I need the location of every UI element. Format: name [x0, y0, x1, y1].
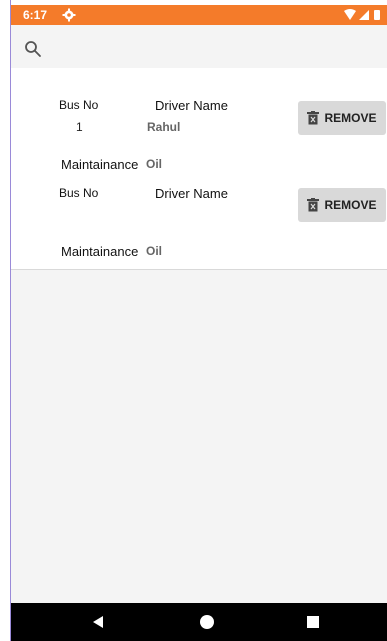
- maintainance-label: Maintainance: [61, 244, 139, 259]
- bus-no-label: Bus No: [59, 186, 99, 200]
- wifi-icon: [344, 9, 356, 20]
- status-bar: 6:17: [11, 5, 387, 25]
- remove-button-label: REMOVE: [324, 111, 377, 125]
- search-icon[interactable]: [24, 40, 42, 58]
- signal-icon: [359, 10, 369, 20]
- bus-no-value: 1: [76, 120, 83, 134]
- bus-no-label: Bus No: [59, 98, 99, 112]
- maintainance-value: Oil: [146, 157, 163, 171]
- driver-name-label: Driver Name: [155, 186, 228, 201]
- status-time: 6:17: [23, 8, 48, 22]
- remove-button-label: REMOVE: [324, 198, 377, 212]
- back-icon[interactable]: [91, 615, 105, 629]
- driver-name-label: Driver Name: [155, 98, 228, 113]
- remove-button[interactable]: REMOVE: [298, 101, 386, 135]
- remove-button[interactable]: REMOVE: [298, 188, 386, 222]
- battery-icon: [374, 10, 380, 20]
- home-icon[interactable]: [200, 615, 214, 629]
- trash-icon: [307, 111, 320, 125]
- driver-name-value: Rahul: [147, 120, 181, 134]
- navigation-bar: [11, 603, 387, 641]
- status-icons: [344, 9, 380, 20]
- bus-list: Bus No Driver Name 1 Rahul REMOVE Mainta…: [11, 68, 387, 270]
- maintainance-label: Maintainance: [61, 157, 139, 172]
- trash-icon: [307, 198, 320, 212]
- gear-icon: [62, 8, 76, 22]
- recent-apps-icon[interactable]: [307, 616, 319, 628]
- maintainance-value: Oil: [146, 244, 163, 258]
